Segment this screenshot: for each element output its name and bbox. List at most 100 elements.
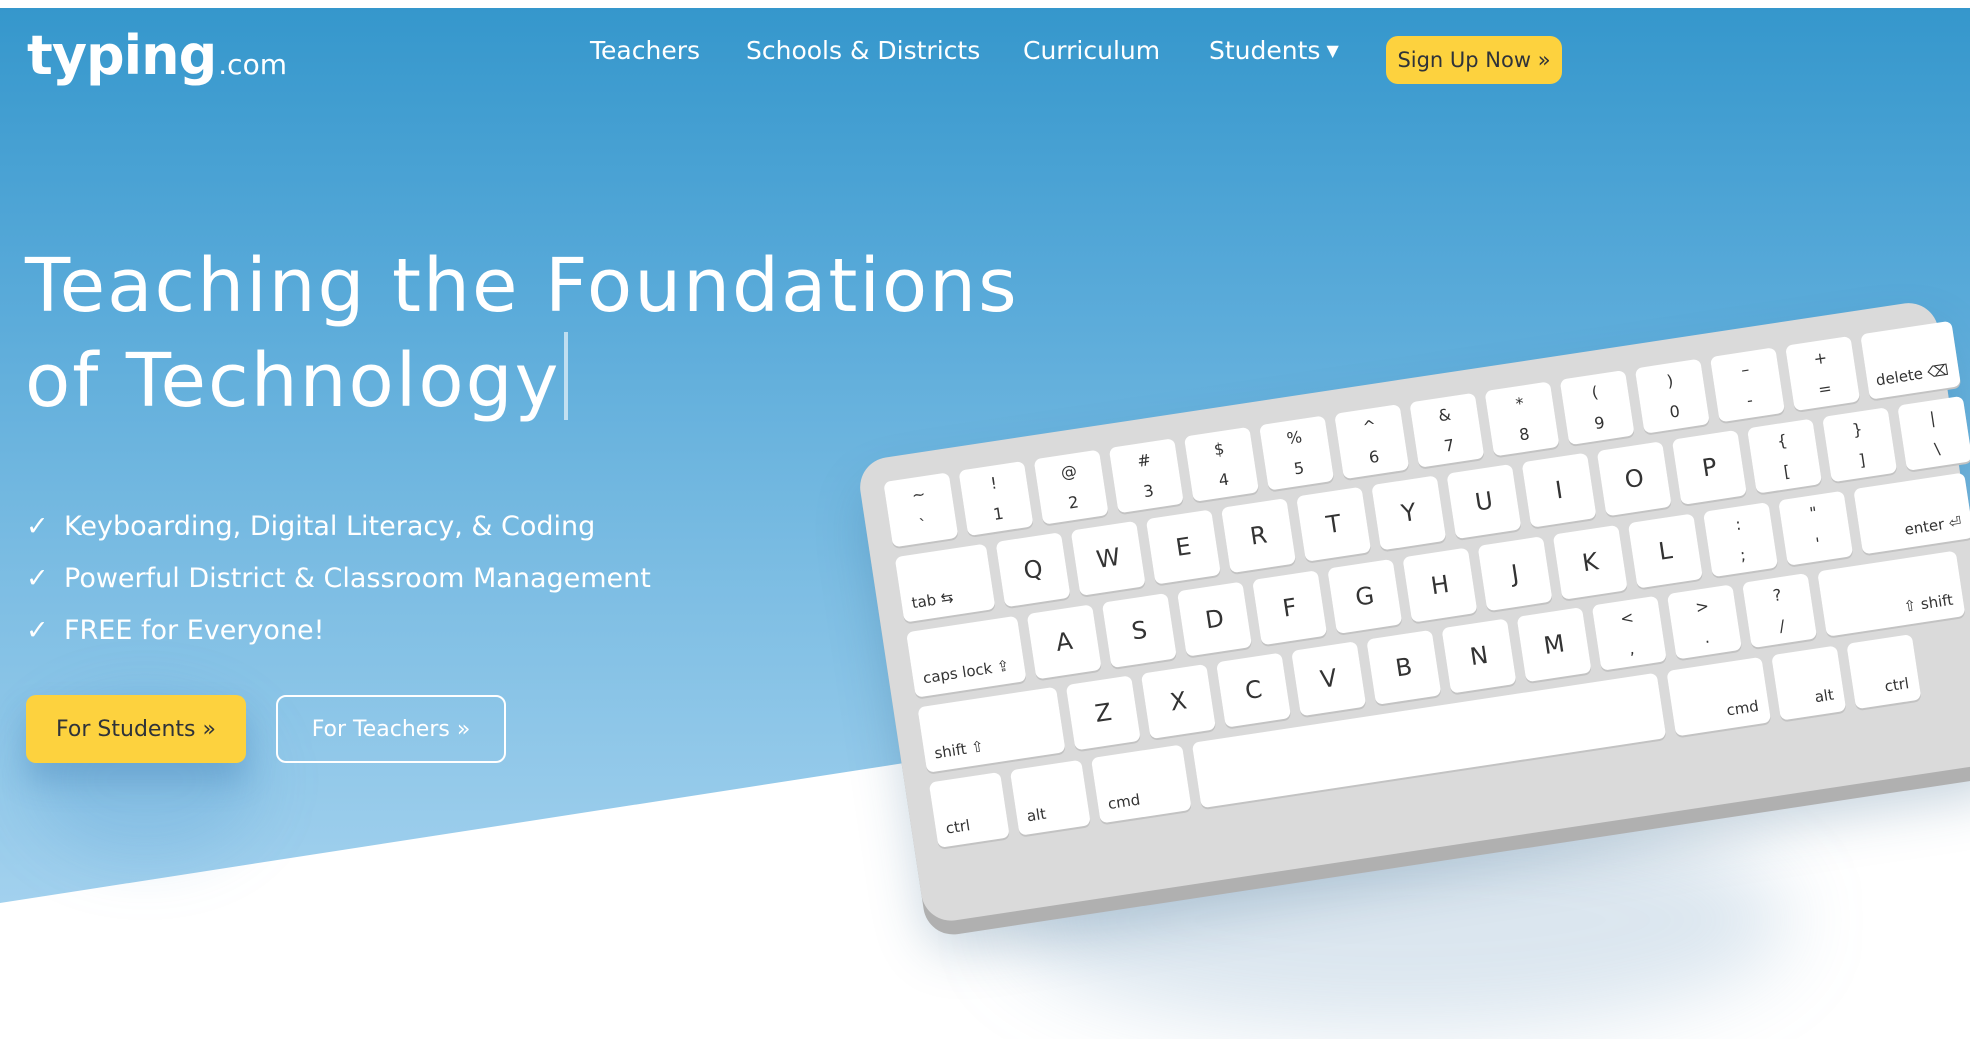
key-h: H	[1402, 547, 1478, 623]
nav-link-students[interactable]: Students ▼	[1209, 36, 1339, 65]
key-8: * 8	[1484, 381, 1560, 457]
key-d: D	[1176, 581, 1253, 657]
key-label: delete ⌫	[1874, 360, 1950, 390]
key-top-label: "	[1808, 502, 1819, 523]
key-c: C	[1216, 652, 1292, 728]
key-top-label: @	[1059, 461, 1079, 483]
key-sym: " '	[1778, 490, 1854, 566]
key-bottom-label: [	[1782, 461, 1792, 482]
key-top-label: %	[1285, 427, 1304, 449]
key-shift: shift ⇧	[917, 686, 1066, 773]
nav-link-students-label: Students	[1209, 36, 1321, 65]
for-students-button[interactable]: For Students »	[26, 695, 246, 763]
key-top-label: +	[1812, 347, 1829, 369]
key-sym: >.	[1666, 584, 1743, 660]
key-7: & 7	[1409, 392, 1485, 468]
key-top-label: :	[1734, 514, 1743, 535]
key-top-label: –	[1739, 359, 1751, 380]
key-top-label: ?	[1771, 585, 1783, 606]
typing-cursor	[564, 332, 569, 420]
key-tab: tab ⇆	[894, 543, 996, 623]
key-label: alt	[1813, 685, 1836, 707]
key-shift: ⇧ shift	[1817, 550, 1966, 637]
key-bottom-label: ,	[1627, 638, 1636, 659]
key-3: #3	[1108, 438, 1184, 514]
key-6: ^ 6	[1334, 404, 1410, 480]
key-g: G	[1327, 558, 1403, 634]
key-1: ! 1	[958, 460, 1034, 537]
key-alt: alt	[1771, 645, 1847, 721]
key-bottom-label: 4	[1217, 469, 1231, 490]
key-top-label: <	[1618, 607, 1636, 629]
key-label: cmd	[1106, 790, 1142, 814]
key-bottom-label: 1	[991, 503, 1005, 524]
key-delete: delete ⌫	[1860, 320, 1962, 400]
for-teachers-button[interactable]: For Teachers »	[276, 695, 506, 763]
key-p: P	[1671, 429, 1747, 506]
key-i: I	[1521, 452, 1597, 528]
key-top-label: &	[1436, 404, 1453, 426]
key-sym: :;	[1702, 502, 1779, 578]
hero-headline: Teaching the Foundations of Technology	[25, 240, 1019, 427]
key-top-label: (	[1590, 382, 1600, 403]
key-top-label: {	[1775, 430, 1789, 451]
key-bottom-label: 0	[1668, 401, 1682, 422]
key-sym: {[	[1746, 418, 1823, 494]
nav-link-teachers[interactable]: Teachers	[590, 36, 700, 65]
key-label: ctrl	[944, 816, 972, 838]
logo-word: typing	[27, 24, 217, 87]
key-top-label: $	[1212, 438, 1226, 460]
key-bottom-label: -	[1745, 390, 1755, 410]
key-cmd: cmd	[1666, 656, 1772, 737]
key-label: caps lock ⇪	[921, 656, 1011, 688]
key-label: cmd	[1725, 696, 1760, 720]
key-bottom-label: /	[1777, 616, 1786, 636]
key-sym: }]	[1822, 407, 1898, 483]
key-n: N	[1441, 618, 1517, 694]
key-b: B	[1366, 629, 1442, 705]
key-x: X	[1140, 663, 1216, 740]
key-v: V	[1291, 641, 1367, 717]
key-bottom-label: '	[1814, 533, 1822, 554]
key-z: Z	[1065, 675, 1141, 751]
key-sym: ~ `	[883, 472, 959, 548]
key-bottom-label: 7	[1442, 435, 1456, 456]
key-bottom-label: ]	[1857, 450, 1867, 470]
key-u: U	[1446, 463, 1522, 540]
key-k: K	[1552, 524, 1628, 600]
nav-link-curriculum[interactable]: Curriculum	[1023, 36, 1160, 65]
headline-line-2: of Technology	[25, 338, 561, 424]
check-icon: ✓	[26, 614, 49, 646]
key-j: J	[1477, 536, 1553, 612]
key-s: S	[1101, 592, 1177, 669]
key-enter: enter ⏎	[1853, 472, 1970, 555]
feature-list: ✓ Keyboarding, Digital Literacy, & Coding…	[26, 500, 651, 656]
key-top-label: )	[1665, 371, 1675, 391]
key-9: (9	[1559, 369, 1635, 446]
key-a: A	[1026, 604, 1102, 680]
key-e: E	[1145, 509, 1221, 585]
key-q: Q	[995, 532, 1071, 608]
key-f: F	[1252, 570, 1328, 646]
key-w: W	[1070, 520, 1146, 596]
key-bottom-label: ;	[1738, 545, 1747, 565]
headline-line-1: Teaching the Foundations	[25, 243, 1019, 329]
key-bottom-label: =	[1816, 378, 1833, 400]
key-label: tab ⇆	[910, 588, 955, 613]
nav-link-schools-districts[interactable]: Schools & Districts	[746, 36, 980, 65]
key-y: Y	[1371, 475, 1447, 551]
key-bottom-label: 6	[1367, 446, 1381, 468]
feature-text: FREE for Everyone!	[64, 614, 325, 646]
caret-down-icon: ▼	[1326, 41, 1339, 60]
key-label: ⇧ shift	[1902, 590, 1955, 616]
key-sym: + =	[1785, 335, 1861, 412]
logo[interactable]: typing.com	[27, 24, 287, 87]
check-icon: ✓	[26, 510, 49, 542]
key-0: ) 0	[1634, 358, 1710, 434]
key-top-label: ^	[1361, 415, 1378, 437]
key-o: O	[1596, 441, 1672, 517]
key-l: L	[1627, 513, 1703, 589]
key-bottom-label: 5	[1292, 458, 1306, 479]
sign-up-button[interactable]: Sign Up Now »	[1386, 36, 1562, 84]
key-t: T	[1296, 486, 1372, 562]
